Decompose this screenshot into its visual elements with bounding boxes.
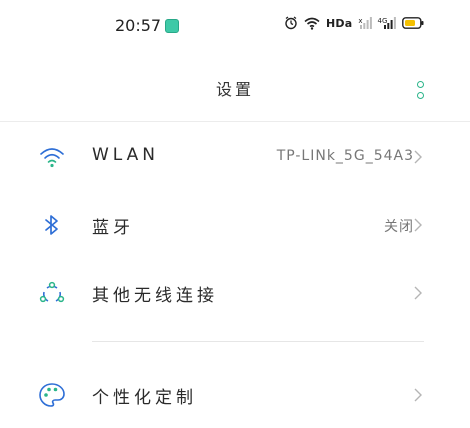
chevron-right-icon	[412, 149, 424, 164]
battery-icon	[402, 17, 424, 29]
settings-item-other-connections[interactable]: 其他无线连接	[0, 258, 470, 326]
signal-tag: x	[358, 17, 363, 25]
section-divider	[92, 341, 424, 342]
settings-item-bluetooth[interactable]: 蓝牙 关闭	[0, 190, 470, 258]
status-time: 20:57	[115, 16, 162, 35]
chevron-right-icon	[412, 285, 424, 300]
chevron-right-icon	[412, 217, 424, 232]
header: 设置	[0, 54, 470, 122]
bluetooth-icon	[38, 212, 66, 238]
wifi-icon	[38, 144, 66, 170]
settings-item-label: 其他无线连接	[92, 286, 218, 306]
app-notification-icon	[165, 19, 179, 33]
settings-item-label: 蓝牙	[92, 218, 134, 238]
signal-icon: x	[358, 17, 372, 29]
hd-label: HDa	[326, 16, 353, 30]
status-bar: 20:57 HDa x 4G	[0, 0, 470, 54]
signal-icon: 4G	[378, 17, 397, 29]
settings-item-label: 个性化定制	[92, 388, 197, 408]
settings-item-label: WLAN	[92, 145, 160, 165]
network-type-label: 4G	[377, 17, 388, 25]
palette-icon	[38, 382, 66, 408]
wifi-icon	[304, 17, 320, 30]
settings-item-personalization[interactable]: 个性化定制	[0, 360, 470, 428]
chevron-right-icon	[412, 387, 424, 402]
settings-item-value: 关闭	[384, 219, 414, 235]
page-title: 设置	[215, 80, 254, 99]
settings-item-wlan[interactable]: WLAN TP-LINk_5G_54A3	[0, 122, 470, 190]
more-button[interactable]	[412, 79, 428, 103]
settings-item-value: TP-LINk_5G_54A3	[276, 148, 414, 164]
alarm-icon	[284, 16, 298, 30]
more-vertical-icon	[417, 92, 424, 99]
connections-icon	[38, 280, 66, 306]
more-vertical-icon	[417, 81, 424, 88]
status-indicators: HDa x 4G	[284, 16, 424, 30]
